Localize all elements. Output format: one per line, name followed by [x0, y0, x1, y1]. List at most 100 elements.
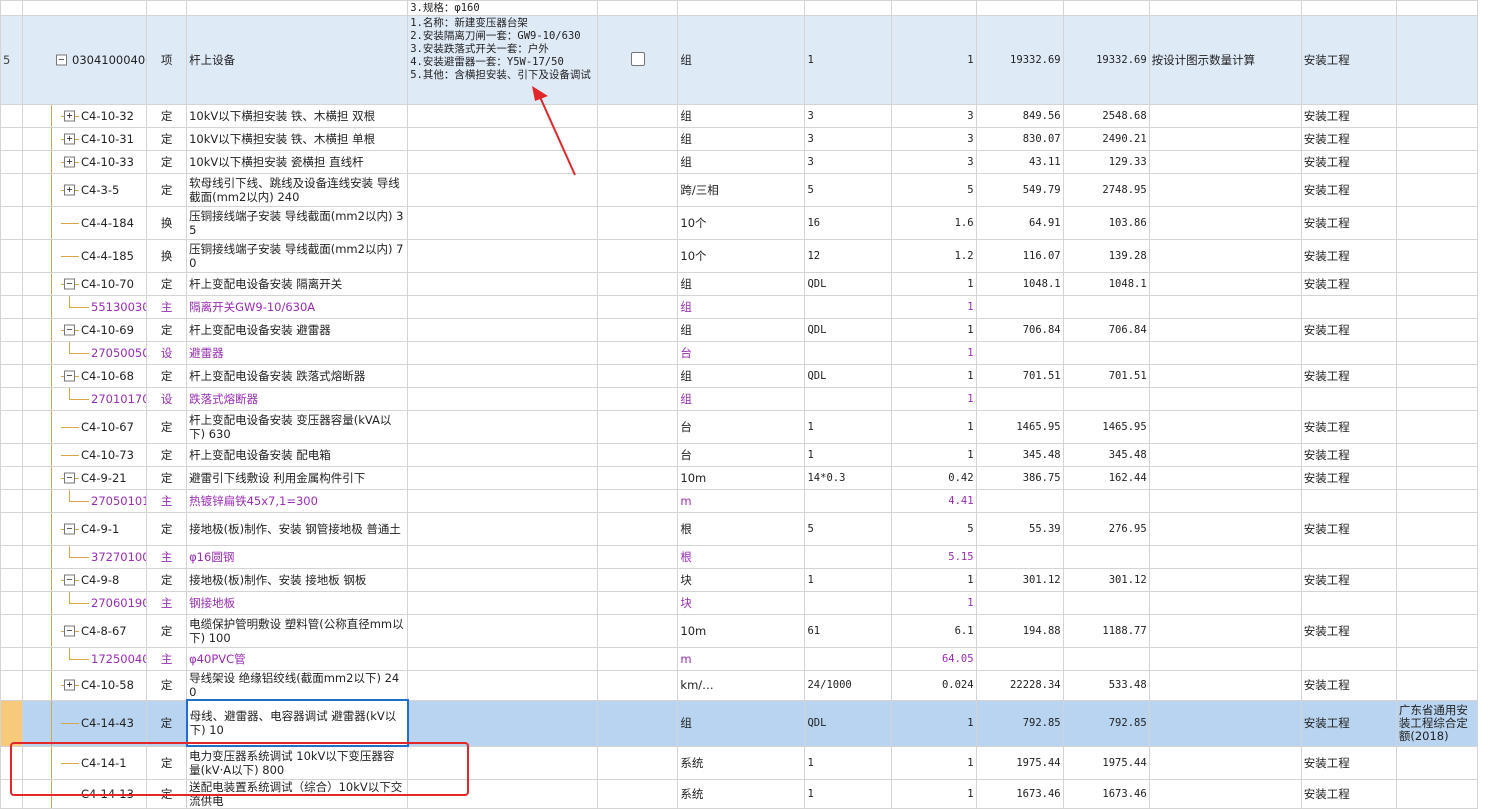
name-cell[interactable]: 钢接地板: [186, 591, 409, 615]
name-cell[interactable]: 避雷器: [186, 341, 409, 365]
code-cell[interactable]: + C4-10-32: [21, 104, 148, 128]
collapse-toggle-icon[interactable]: −: [56, 54, 67, 66]
list-item[interactable]: + C4-10-33 定 10kV以下横担安装 瓷横担 直线杆组 3 3 43.11 129.…: [0, 150, 1479, 174]
collapse-toggle-icon[interactable]: −: [64, 625, 75, 637]
list-item[interactable]: + C4-3-5 定软母线引下线、跳线及设备连线安装 导线截面(mm2以内) 240…: [0, 173, 1479, 207]
name-cell[interactable]: 压铜接线端子安装 导线截面(mm2以内) 35: [186, 206, 409, 240]
expand-toggle-icon[interactable]: +: [64, 110, 75, 122]
list-item[interactable]: 17250040@2主φ40PVC管 m 64.05: [0, 647, 1479, 671]
name-cell[interactable]: 杆上变配电设备安装 避雷器: [186, 318, 409, 342]
code-cell[interactable]: C4-10-67: [21, 410, 148, 444]
collapse-toggle-icon[interactable]: −: [64, 370, 75, 382]
total-cell: 301.12: [1062, 568, 1150, 592]
name-cell[interactable]: 跌落式熔断器: [186, 387, 409, 411]
price-cell: [975, 387, 1064, 411]
name-cell[interactable]: 接地极(板)制作、安装 钢管接地极 普通土: [186, 512, 409, 546]
list-item[interactable]: + C4-10-31 定 10kV以下横担安装 铁、木横担 单根组 3 3 830.07 24…: [0, 127, 1479, 151]
list-item[interactable]: + C4-10-32 定 10kV以下横担安装 铁、木横担 双根组 3 3 849.56 25…: [0, 104, 1479, 128]
name-cell[interactable]: 电力变压器系统调试 10kV以下变压器容量(kV·A以下) 800: [186, 745, 409, 780]
checkbox-cell[interactable]: [597, 15, 679, 105]
collapse-toggle-icon[interactable]: −: [64, 574, 75, 586]
code-cell[interactable]: C4-4-185: [21, 239, 148, 273]
code-cell[interactable]: − C4-10-68: [21, 364, 148, 388]
list-item[interactable]: 27050050 设避雷器 台 1: [0, 341, 1479, 365]
name-cell[interactable]: 母线、避雷器、电容器调试 避雷器(kV以下) 10: [185, 699, 409, 747]
code-cell[interactable]: C4-10-73: [21, 443, 148, 467]
expand-toggle-icon[interactable]: +: [64, 133, 75, 145]
code-cell[interactable]: + C4-3-5: [21, 173, 148, 207]
code-cell[interactable]: − C4-9-1: [21, 512, 148, 546]
code-cell[interactable]: − C4-10-69: [21, 318, 148, 342]
list-item[interactable]: − C4-8-67 定电缆保护管明敷设 塑料管(公称直径mm以下) 100 10m 61…: [0, 614, 1479, 648]
code-cell[interactable]: 37270100@1: [21, 545, 148, 569]
list-item[interactable]: − C4-10-70 定杆上变配电设备安装 隔离开关组 QDL 1 1048.1 1048.…: [0, 272, 1479, 296]
list-item[interactable]: C4-14-43 定母线、避雷器、电容器调试 避雷器(kV以下) 10 组 QDL 1 7…: [0, 699, 1479, 747]
list-item[interactable]: 55130030@3主隔离开关GW9-10/630A 组 1: [0, 295, 1479, 319]
name-cell[interactable]: 10kV以下横担安装 铁、木横担 单根: [186, 127, 409, 151]
list-item-main[interactable]: 5 − 030410004001 项 杆上设备 1.名称：新建变压器台架 2.安…: [0, 15, 1479, 105]
collapse-toggle-icon[interactable]: −: [64, 523, 75, 535]
list-item[interactable]: C4-14-13 定送配电装置系统调试（综合）10kV以下交流供电 系统 1 1 1673…: [0, 778, 1479, 809]
code-cell[interactable]: 27060190: [21, 591, 148, 615]
name-cell[interactable]: 杆上变配电设备安装 隔离开关: [186, 272, 409, 296]
code-cell[interactable]: 55130030@3: [21, 295, 148, 319]
list-item[interactable]: − C4-9-8 定接地极(板)制作、安装 接地板 钢板块 1 1 301.12 301.1…: [0, 568, 1479, 592]
name-cell[interactable]: 10kV以下横担安装 瓷横担 直线杆: [186, 150, 409, 174]
code-cell[interactable]: C4-14-43: [21, 699, 148, 747]
name-cell[interactable]: 杆上变配电设备安装 跌落式熔断器: [186, 364, 409, 388]
code-cell[interactable]: C4-14-1: [21, 745, 148, 780]
code-cell[interactable]: − C4-9-8: [21, 568, 148, 592]
code-cell[interactable]: − C4-9-21: [21, 466, 148, 490]
code-cell[interactable]: + C4-10-33: [21, 150, 148, 174]
name-cell[interactable]: 软母线引下线、跳线及设备连线安装 导线截面(mm2以内) 240: [186, 173, 409, 207]
list-item[interactable]: C4-14-1 定电力变压器系统调试 10kV以下变压器容量(kV·A以下) 80…: [0, 745, 1479, 780]
list-item[interactable]: 27010170 设跌落式熔断器 组 1: [0, 387, 1479, 411]
list-item[interactable]: 27060190 主钢接地板 块 1: [0, 591, 1479, 615]
list-item[interactable]: C4-4-184 换压铜接线端子安装 导线截面(mm2以内) 35 10个 16 1.6…: [0, 206, 1479, 240]
code-cell[interactable]: + C4-10-58: [21, 670, 148, 701]
list-item[interactable]: C4-4-185 换压铜接线端子安装 导线截面(mm2以内) 70 10个 12 1.2…: [0, 239, 1479, 273]
code-cell[interactable]: C4-14-13: [21, 778, 148, 809]
code-cell[interactable]: 17250040@2: [21, 647, 148, 671]
partial-row[interactable]: 3.规格：φ160: [0, 0, 1479, 16]
code-cell[interactable]: − C4-8-67: [21, 614, 148, 648]
code-cell[interactable]: − 030410004001: [21, 15, 148, 105]
name-cell[interactable]: 避雷引下线敷设 利用金属构件引下: [186, 466, 409, 490]
name-cell[interactable]: 杆上变配电设备安装 配电箱: [186, 443, 409, 467]
list-item[interactable]: 27050101@1主热镀锌扁铁45x7,1=300 m 4.41: [0, 489, 1479, 513]
list-item[interactable]: − C4-9-1 定接地极(板)制作、安装 钢管接地极 普通土根 5 5 55.39 276…: [0, 512, 1479, 546]
code-cell[interactable]: + C4-10-31: [21, 127, 148, 151]
name-cell[interactable]: 隔离开关GW9-10/630A: [186, 295, 409, 319]
list-item[interactable]: − C4-9-21 定避雷引下线敷设 利用金属构件引下 10m 14*0.3 0.42 38…: [0, 466, 1479, 490]
list-item[interactable]: − C4-10-69 定杆上变配电设备安装 避雷器组 QDL 1 706.84 706.84…: [0, 318, 1479, 342]
code-cell[interactable]: − C4-10-70: [21, 272, 148, 296]
category-cell: 安装工程: [1300, 206, 1397, 240]
code-cell[interactable]: C4-4-184: [21, 206, 148, 240]
list-item[interactable]: 37270100@1主φ16圆钢 根 5.15: [0, 545, 1479, 569]
name-cell[interactable]: 10kV以下横担安装 铁、木横担 双根: [186, 104, 409, 128]
list-item[interactable]: − C4-10-68 定杆上变配电设备安装 跌落式熔断器组 QDL 1 701.51 701…: [0, 364, 1479, 388]
name-cell[interactable]: φ40PVC管: [186, 647, 409, 671]
row-checkbox[interactable]: [630, 51, 645, 66]
collapse-toggle-icon[interactable]: −: [64, 278, 75, 290]
name-cell[interactable]: 电缆保护管明敷设 塑料管(公称直径mm以下) 100: [186, 614, 409, 648]
code-cell[interactable]: 27050050: [21, 341, 148, 365]
expand-toggle-icon[interactable]: +: [64, 156, 75, 168]
name-cell[interactable]: 杆上变配电设备安装 变压器容量(kVA以下) 630: [186, 410, 409, 444]
list-item[interactable]: C4-10-73 定杆上变配电设备安装 配电箱台 1 1 345.48 345.48 安装工…: [0, 443, 1479, 467]
collapse-toggle-icon[interactable]: −: [64, 324, 75, 336]
list-item[interactable]: + C4-10-58 定导线架设 绝缘铝绞线(截面mm2以下) 240 km/… 24/…: [0, 670, 1479, 701]
code-cell[interactable]: 27050101@1: [21, 489, 148, 513]
collapse-toggle-icon[interactable]: −: [64, 472, 75, 484]
expand-toggle-icon[interactable]: +: [64, 679, 75, 691]
name-cell[interactable]: 送配电装置系统调试（综合）10kV以下交流供电: [186, 778, 409, 809]
name-cell[interactable]: 导线架设 绝缘铝绞线(截面mm2以下) 240: [186, 670, 409, 701]
list-item[interactable]: C4-10-67 定杆上变配电设备安装 变压器容量(kVA以下) 630 台 1 1 14…: [0, 410, 1479, 444]
expand-toggle-icon[interactable]: +: [64, 184, 75, 196]
qty-cell: 1: [890, 568, 977, 592]
name-cell[interactable]: 热镀锌扁铁45x7,1=300: [186, 489, 409, 513]
name-cell[interactable]: 接地极(板)制作、安装 接地板 钢板: [186, 568, 409, 592]
code-cell[interactable]: 27010170: [21, 387, 148, 411]
name-cell[interactable]: φ16圆钢: [186, 545, 409, 569]
name-cell[interactable]: 压铜接线端子安装 导线截面(mm2以内) 70: [186, 239, 409, 273]
